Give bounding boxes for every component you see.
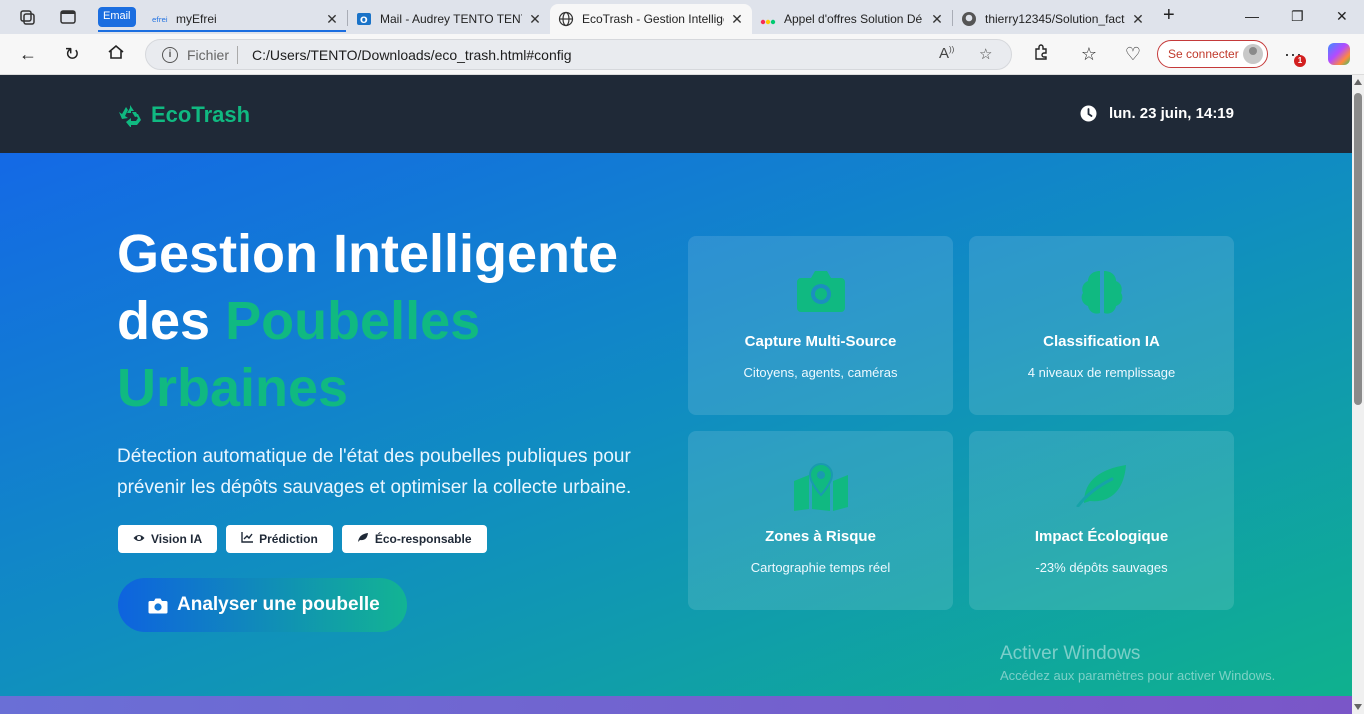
page-viewport: EcoTrash lun. 23 juin, 14:19 Gestion Int… <box>0 75 1352 714</box>
feature-title: Classification IA <box>1043 333 1160 350</box>
camera-icon <box>148 598 168 613</box>
site-info-icon[interactable]: i <box>162 47 178 63</box>
tab-title: Mail - Audrey TENTO TENTO <box>380 12 522 26</box>
notification-badge: 1 <box>1294 55 1306 67</box>
leaf-icon <box>969 463 1234 511</box>
feature-subtitle: -23% dépôts sauvages <box>1035 560 1168 575</box>
read-aloud-icon[interactable]: A)) <box>939 45 954 62</box>
tab-title: Appel d'offres Solution Dé <box>784 12 923 26</box>
chip-label: Prédiction <box>259 532 318 546</box>
feature-card-impact: Impact Écologique -23% dépôts sauvages <box>969 431 1234 610</box>
monday-icon <box>760 11 776 27</box>
analyze-bin-button[interactable]: Analyser une poubelle <box>118 578 407 632</box>
favorites-icon[interactable]: ☆ <box>1078 43 1100 65</box>
tab-ecotrash[interactable]: EcoTrash - Gestion Intelligente ✕ <box>550 4 752 34</box>
scroll-down-icon[interactable] <box>1354 704 1362 710</box>
hero-description: Détection automatique de l'état des poub… <box>117 446 632 498</box>
eye-icon <box>133 533 145 546</box>
scroll-up-icon[interactable] <box>1354 79 1362 85</box>
close-tab-icon[interactable]: ✕ <box>325 11 339 28</box>
tab-myefrei[interactable]: efrei myEfrei ✕ <box>144 4 347 34</box>
page-scrollbar[interactable] <box>1352 75 1364 714</box>
tab-group-label[interactable]: Email <box>98 7 136 27</box>
refresh-icon[interactable]: ↻ <box>61 43 83 65</box>
tab-title: myEfrei <box>176 12 217 26</box>
feature-subtitle: 4 niveaux de remplissage <box>1027 365 1176 380</box>
efrei-icon: efrei <box>152 11 168 27</box>
sign-in-label: Se connecter <box>1168 47 1239 61</box>
address-divider <box>237 46 238 64</box>
workspaces-icon[interactable] <box>17 7 37 27</box>
extensions-icon[interactable] <box>1030 43 1052 65</box>
minimize-icon[interactable]: — <box>1245 8 1259 24</box>
chip-eco-responsable: Éco-responsable <box>341 525 487 553</box>
map-marker-icon <box>688 463 953 511</box>
close-tab-icon[interactable]: ✕ <box>930 11 944 28</box>
chip-label: Éco-responsable <box>374 532 472 546</box>
feature-title: Impact Écologique <box>1034 528 1169 545</box>
scrollbar-thumb[interactable] <box>1354 93 1362 405</box>
close-tab-icon[interactable]: ✕ <box>730 11 744 28</box>
tab-appel-offres[interactable]: Appel d'offres Solution Dé ✕ <box>752 4 952 34</box>
globe-icon <box>558 11 574 27</box>
hero-title: Gestion Intelligente des Poubelles Urbai… <box>117 221 677 422</box>
tab-mail[interactable]: O Mail - Audrey TENTO TENTO ✕ <box>348 4 550 34</box>
watermark-subtitle: Accédez aux paramètres pour activer Wind… <box>1000 668 1276 683</box>
close-tab-icon[interactable]: ✕ <box>1131 11 1145 28</box>
chip-vision-ia: Vision IA <box>118 525 218 553</box>
camera-icon <box>688 268 953 316</box>
close-window-icon[interactable]: ✕ <box>1336 8 1348 25</box>
feature-subtitle: Cartographie temps réel <box>750 560 891 575</box>
recycle-icon <box>119 105 141 127</box>
feature-card-zones: Zones à Risque Cartographie temps réel <box>688 431 953 610</box>
close-tab-icon[interactable]: ✕ <box>528 11 542 28</box>
browser-toolbar: ← ↻ i Fichier C:/Users/TENTO/Downloads/e… <box>0 34 1364 75</box>
hero-title-prefix: des <box>117 291 226 351</box>
chip-prediction: Prédiction <box>226 525 333 553</box>
hero-section: Gestion Intelligente des Poubelles Urbai… <box>0 153 1352 696</box>
browser-essentials-icon[interactable]: ♡ <box>1122 43 1144 65</box>
chip-label: Vision IA <box>151 532 203 546</box>
favorite-star-icon[interactable]: ☆ <box>979 45 992 63</box>
datetime-display: lun. 23 juin, 14:19 <box>1080 105 1234 122</box>
hero-title-line1: Gestion Intelligente <box>117 224 619 284</box>
outlook-icon: O <box>356 11 372 27</box>
scheme-label: Fichier <box>187 47 230 63</box>
chart-line-icon <box>241 532 254 546</box>
svg-text:O: O <box>360 16 368 26</box>
tab-title: EcoTrash - Gestion Intelligente <box>582 12 724 26</box>
app-header: EcoTrash lun. 23 juin, 14:19 <box>0 75 1352 153</box>
next-section-edge <box>0 696 1352 714</box>
brain-icon <box>969 268 1234 316</box>
new-tab-icon[interactable]: + <box>1163 4 1175 27</box>
cta-label: Analyser une poubelle <box>177 594 380 615</box>
browser-tab-bar: Email efrei myEfrei ✕ O Mail - Audrey TE… <box>0 0 1364 34</box>
leaf-icon <box>357 532 369 546</box>
feature-title: Zones à Risque <box>765 528 876 545</box>
copilot-icon[interactable] <box>1328 43 1350 65</box>
feature-title: Capture Multi-Source <box>744 333 897 350</box>
github-icon <box>961 11 977 27</box>
tab-title: thierry12345/Solution_fact <box>985 12 1125 26</box>
restore-icon[interactable]: ❐ <box>1291 8 1304 25</box>
clock-icon <box>1080 105 1097 122</box>
watermark-title: Activer Windows <box>1000 643 1141 664</box>
feature-chips: Vision IA Prédiction Éco-responsable <box>118 525 487 553</box>
app-logo[interactable]: EcoTrash <box>117 102 250 128</box>
back-icon[interactable]: ← <box>17 43 39 65</box>
windows-activation-watermark: Activer Windows Accédez aux paramètres p… <box>1000 643 1275 683</box>
feature-subtitle: Citoyens, agents, caméras <box>743 365 898 380</box>
sign-in-button[interactable]: Se connecter <box>1157 40 1268 68</box>
home-icon[interactable] <box>105 43 127 65</box>
tab-github[interactable]: thierry12345/Solution_fact ✕ <box>953 4 1153 34</box>
svg-text:efrei: efrei <box>152 16 168 24</box>
address-bar[interactable]: i Fichier C:/Users/TENTO/Downloads/eco_t… <box>145 39 1012 70</box>
avatar <box>1243 44 1263 64</box>
datetime-text: lun. 23 juin, 14:19 <box>1108 105 1234 122</box>
app-name: EcoTrash <box>151 102 251 127</box>
vertical-tabs-icon[interactable] <box>58 7 78 27</box>
feature-card-capture: Capture Multi-Source Citoyens, agents, c… <box>688 236 953 415</box>
feature-card-classification: Classification IA 4 niveaux de remplissa… <box>969 236 1234 415</box>
url-text[interactable]: C:/Users/TENTO/Downloads/eco_trash.html#… <box>252 47 572 63</box>
